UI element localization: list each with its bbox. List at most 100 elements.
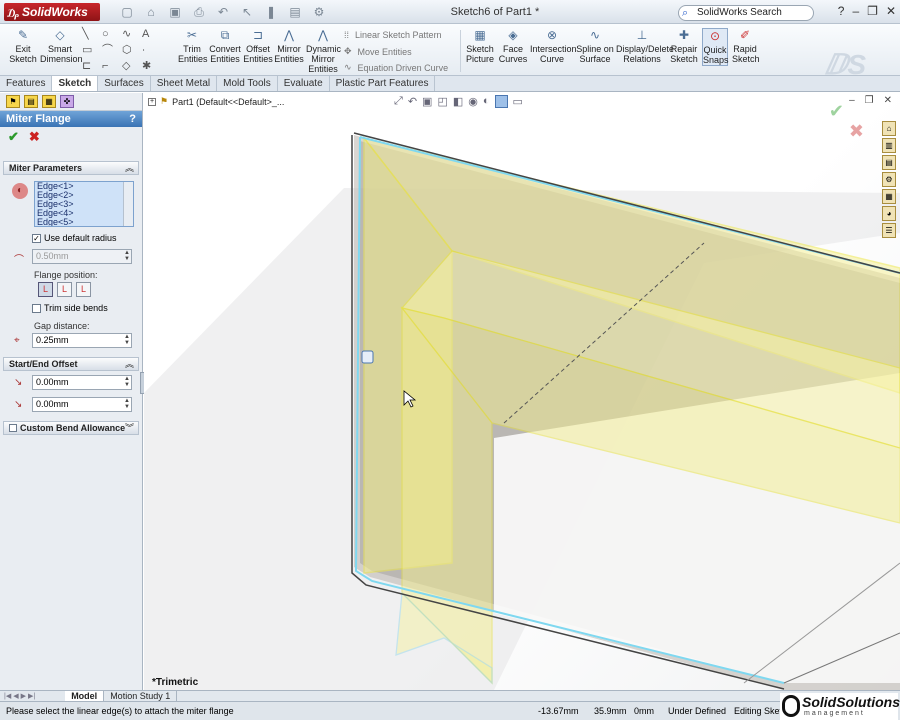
equation-driven-curve-button[interactable]: ∿ Equation Driven Curve	[344, 62, 448, 73]
repair-sketch-button[interactable]: ✚ Repair Sketch	[670, 28, 698, 64]
material-outside-button[interactable]: L	[57, 282, 72, 297]
minimize-view-button[interactable]: –	[849, 95, 855, 106]
display-delete-relations-button[interactable]: ⊥ Display/Delete Relations	[616, 28, 674, 64]
list-scrollbar[interactable]	[123, 182, 133, 226]
rectangle-icon[interactable]: ▭	[82, 44, 102, 56]
ok-check-icon[interactable]: ✔	[8, 127, 19, 147]
expand-chevron-icon[interactable]: ︾	[125, 422, 134, 434]
bend-outside-button[interactable]: L	[76, 282, 91, 297]
convert-entities-button[interactable]: ⧉ Convert Entities	[208, 28, 242, 64]
graphics-area[interactable]: + ⚑ Part1 (Default<<Default>_... ⤢ ↶ ▣ ◰…	[144, 93, 900, 690]
smart-dimension-button[interactable]: ◇ Smart Dimension	[40, 28, 83, 64]
sketch-picture-button[interactable]: ▦ Sketch Picture	[464, 28, 496, 64]
expand-icon[interactable]: +	[148, 97, 156, 106]
toolbox-icon[interactable]: ⚙	[882, 172, 896, 187]
confirmation-ok-icon[interactable]: ✔	[829, 101, 844, 122]
dynamic-mirror-button[interactable]: ⋀ Dynamic Mirror Entities	[306, 28, 341, 74]
centerline-icon[interactable]: ✱	[142, 60, 162, 72]
checkbox-box[interactable]	[32, 303, 41, 313]
use-default-radius-checkbox[interactable]: ✓ Use default radius	[32, 233, 117, 243]
gap-distance-field[interactable]: 0.25mm ▲ ▼	[32, 333, 132, 348]
custom-bend-allowance-checkbox[interactable]	[9, 424, 17, 432]
rebuild-icon[interactable]: ❚	[262, 5, 280, 19]
dimxpert-manager-icon[interactable]: ✜	[60, 95, 74, 108]
search-input[interactable]: ⌕ SolidWorks Search	[678, 5, 814, 21]
end-offset-field[interactable]: 0.00mm ▲ ▼	[32, 397, 132, 412]
feature-manager-icon[interactable]: ⚑	[6, 95, 20, 108]
appearances-icon[interactable]: ◕	[882, 206, 896, 221]
view-orientation-icon[interactable]: ◰	[437, 95, 447, 108]
arc-icon[interactable]: ⌒	[102, 44, 122, 56]
tab-plastic-part-features[interactable]: Plastic Part Features	[330, 76, 436, 91]
spline-on-surface-button[interactable]: ∿ Spline on Surface	[576, 28, 614, 64]
hide-show-icon[interactable]: ◉	[468, 95, 478, 108]
material-inside-button[interactable]: L	[38, 282, 53, 297]
edit-appearance-icon[interactable]: ◐	[483, 95, 490, 108]
restore-button[interactable]: ❐	[867, 4, 878, 18]
design-library-icon[interactable]: ▥	[882, 138, 896, 153]
next-tab-icon[interactable]: ▶	[21, 692, 26, 700]
tab-evaluate[interactable]: Evaluate	[278, 76, 330, 91]
linear-sketch-pattern-button[interactable]: ⁞⁞ Linear Sketch Pattern	[344, 30, 442, 40]
spin-arrows-icon[interactable]: ▲ ▼	[124, 334, 130, 346]
section-view-icon[interactable]: ▣	[422, 95, 432, 108]
minimize-button[interactable]: –	[852, 4, 859, 18]
slot-icon[interactable]: ⊏	[82, 60, 102, 72]
first-tab-icon[interactable]: |◀	[4, 692, 11, 700]
trim-side-bends-checkbox[interactable]: Trim side bends	[32, 303, 108, 313]
close-view-button[interactable]: ✕	[884, 95, 892, 106]
tab-surfaces[interactable]: Surfaces	[98, 76, 151, 91]
file-explorer-icon[interactable]: ▤	[882, 155, 896, 170]
start-offset-field[interactable]: 0.00mm ▲ ▼	[32, 375, 132, 390]
polygon-icon[interactable]: ⬡	[122, 44, 142, 56]
configuration-manager-icon[interactable]: ▦	[42, 95, 56, 108]
move-entities-button[interactable]: ✥ Move Entities	[344, 46, 412, 57]
start-end-offset-header[interactable]: Start/End Offset ︽	[3, 357, 139, 371]
custom-properties-icon[interactable]: ☰	[882, 223, 896, 238]
tab-model[interactable]: Model	[65, 691, 105, 701]
display-style-icon[interactable]: ◧	[453, 95, 463, 108]
tab-motion-study[interactable]: Motion Study 1	[104, 691, 178, 701]
home-icon[interactable]: ⌂	[882, 121, 896, 136]
quick-snaps-button[interactable]: ⊙ Quick Snaps	[702, 28, 729, 66]
miter-parameters-header[interactable]: Miter Parameters ︽	[3, 161, 139, 175]
bend-radius-field[interactable]: 0.50mm ▲ ▼	[32, 249, 132, 264]
print-icon[interactable]: ⎙	[190, 5, 208, 19]
new-document-icon[interactable]: ▢	[118, 5, 136, 19]
circle-icon[interactable]: ○	[102, 28, 122, 40]
apply-scene-icon[interactable]	[494, 95, 508, 108]
previous-view-icon[interactable]: ↶	[408, 95, 417, 108]
text-icon[interactable]: A	[142, 28, 162, 40]
solidworks-logo[interactable]: ₯ SolidWorks	[4, 3, 100, 21]
offset-entities-button[interactable]: ⊐ Offset Entities	[243, 28, 273, 64]
line-icon[interactable]: ╲	[82, 28, 102, 40]
point-icon[interactable]: ∙	[142, 44, 162, 56]
tab-sheet-metal[interactable]: Sheet Metal	[151, 76, 218, 91]
help-icon[interactable]: ?	[129, 111, 136, 127]
feature-tree-part[interactable]: + ⚑ Part1 (Default<<Default>_...	[148, 96, 284, 107]
view-settings-icon[interactable]: ▭	[513, 95, 523, 108]
confirmation-cancel-icon[interactable]: ✖	[849, 121, 864, 142]
prev-tab-icon[interactable]: ◀	[13, 692, 18, 700]
intersection-curve-button[interactable]: ⊗ Intersection Curve	[530, 28, 577, 64]
spin-arrows-icon[interactable]: ▲ ▼	[124, 250, 130, 262]
zoom-to-fit-icon[interactable]: ⤢	[394, 95, 403, 108]
property-manager-icon[interactable]: ▤	[24, 95, 38, 108]
trim-entities-button[interactable]: ✂ Trim Entities	[178, 28, 208, 64]
collapse-chevron-icon[interactable]: ︽	[125, 162, 134, 174]
exit-sketch-button[interactable]: ✎ Exit Sketch	[8, 28, 38, 64]
rapid-sketch-button[interactable]: ✐ Rapid Sketch	[732, 28, 760, 64]
tab-features[interactable]: Features	[0, 76, 53, 91]
collapse-chevron-icon[interactable]: ︽	[125, 358, 134, 370]
undo-icon[interactable]: ↶	[214, 5, 232, 19]
edge-selection-list[interactable]: Edge<1> Edge<2> Edge<3> Edge<4> Edge<5>	[34, 181, 134, 227]
select-icon[interactable]: ↖	[238, 5, 256, 19]
spin-arrows-icon[interactable]: ▲ ▼	[124, 376, 130, 388]
mirror-entities-button[interactable]: ⋀ Mirror Entities	[274, 28, 304, 64]
cancel-x-icon[interactable]: ✖	[29, 127, 40, 147]
tab-sketch[interactable]: Sketch	[52, 76, 99, 91]
fillet-icon[interactable]: ⌐	[102, 60, 122, 72]
spline-icon[interactable]: ∿	[122, 28, 142, 40]
file-properties-icon[interactable]: ▤	[286, 5, 304, 19]
close-button[interactable]: ✕	[886, 4, 896, 18]
